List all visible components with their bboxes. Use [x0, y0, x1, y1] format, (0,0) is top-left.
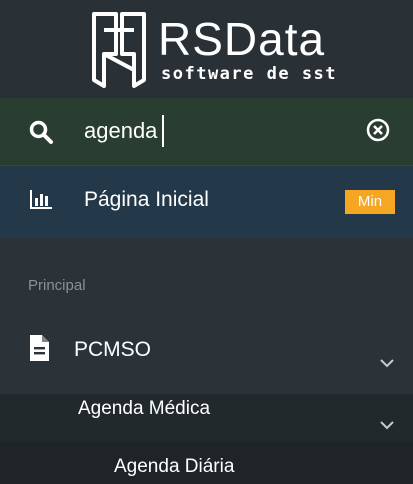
- brand-name: RSData: [158, 13, 326, 65]
- search-icon: [29, 120, 53, 144]
- nav-pcmso-label: PCMSO: [74, 338, 152, 361]
- chevron-down-icon[interactable]: [379, 420, 395, 430]
- nav-item-pcmso[interactable]: PCMSO: [0, 320, 413, 394]
- search-bar: [0, 98, 413, 165]
- rsdata-logo-icon: [92, 12, 146, 88]
- clear-search-icon[interactable]: [365, 117, 391, 143]
- document-icon: [30, 335, 49, 361]
- nav-item-agenda-medica[interactable]: Agenda Médica: [0, 394, 413, 442]
- text-cursor: [162, 115, 164, 147]
- bar-chart-icon: [30, 190, 52, 209]
- nav-home-label: Página Inicial: [84, 188, 209, 211]
- search-input[interactable]: [84, 114, 344, 148]
- nav-item-agenda-diaria[interactable]: Agenda Diária: [0, 442, 413, 484]
- nav-agenda-diaria-label: Agenda Diária: [114, 456, 235, 477]
- sidebar-logo[interactable]: RSData software de sst: [0, 0, 413, 98]
- brand-tagline: software de sst: [161, 64, 338, 84]
- chevron-down-icon[interactable]: [379, 358, 395, 368]
- status-badge: Min: [345, 190, 395, 214]
- nav-item-home[interactable]: Página Inicial Min: [0, 165, 413, 238]
- nav-agenda-medica-label: Agenda Médica: [78, 398, 211, 419]
- section-header-principal: Principal: [28, 277, 86, 294]
